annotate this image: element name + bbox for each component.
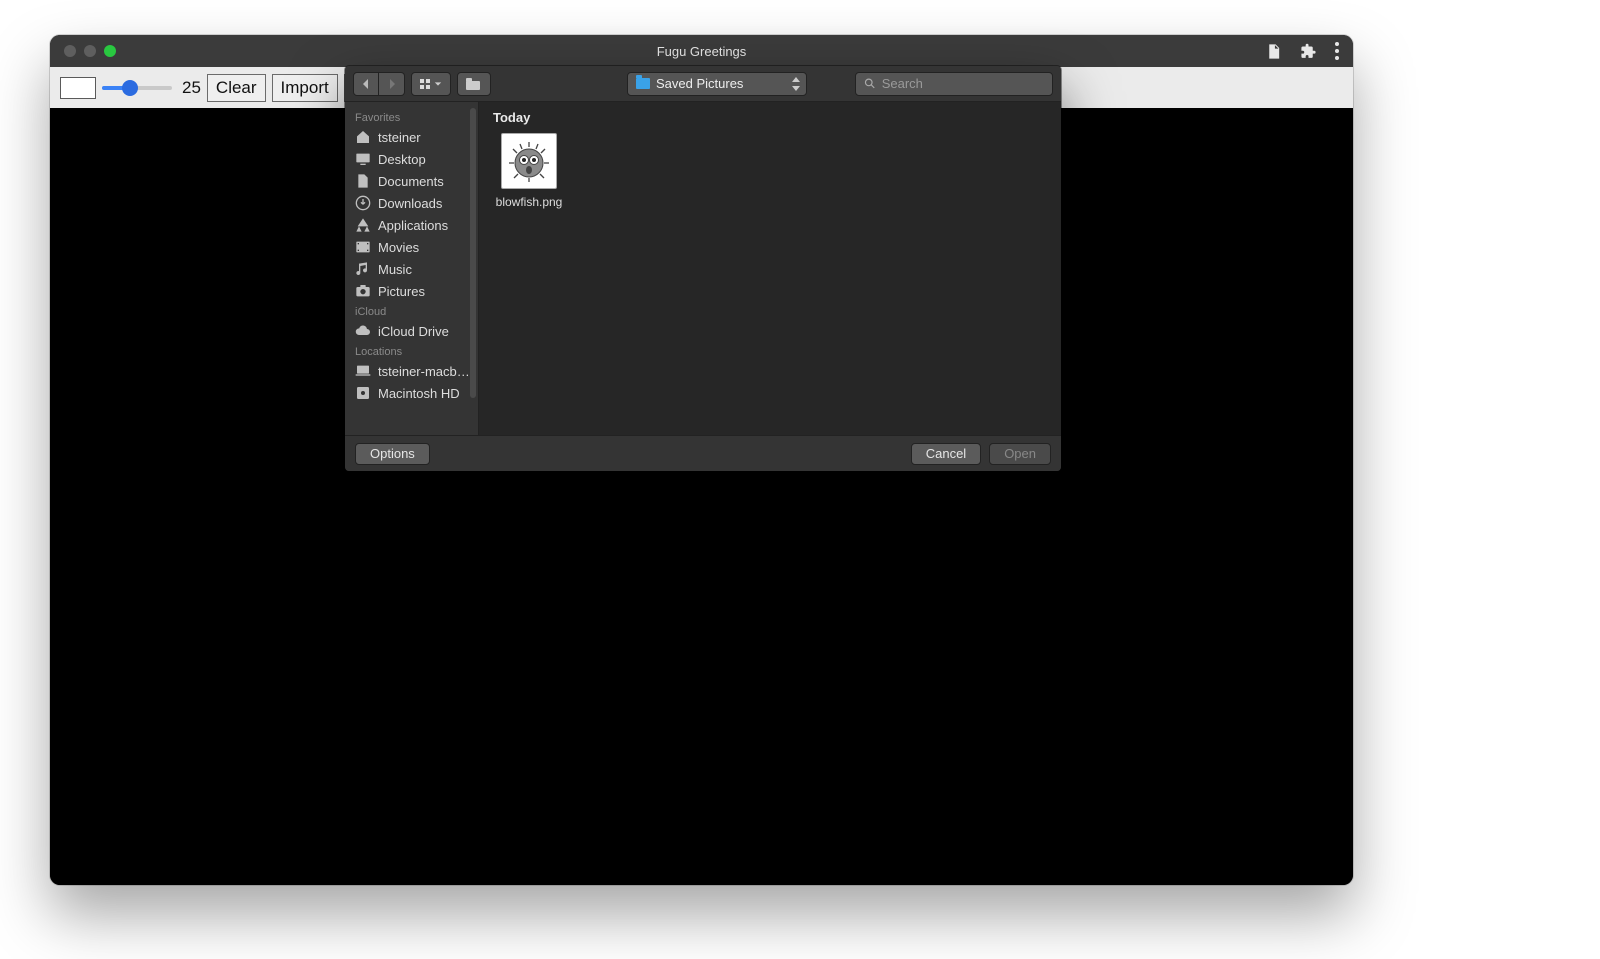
path-selector[interactable]: Saved Pictures: [627, 72, 807, 96]
more-menu-icon[interactable]: [1335, 42, 1339, 60]
file-name: blowfish.png: [493, 195, 565, 209]
brush-size-slider[interactable]: [102, 86, 172, 90]
open-button[interactable]: Open: [989, 443, 1051, 465]
sidebar-scrollbar[interactable]: [470, 108, 476, 398]
blowfish-icon: [507, 139, 551, 183]
sidebar-item-icloud-drive[interactable]: iCloud Drive: [345, 320, 478, 342]
sidebar-item-applications[interactable]: Applications: [345, 214, 478, 236]
sidebar-item-label: Documents: [378, 174, 444, 189]
icon-view-icon: [420, 79, 430, 89]
file-open-dialog: Saved Pictures Favorites tsteiner Deskto…: [345, 66, 1061, 471]
sidebar-item-home[interactable]: tsteiner: [345, 126, 478, 148]
sidebar-item-downloads[interactable]: Downloads: [345, 192, 478, 214]
search-icon: [864, 77, 876, 90]
sidebar-item-label: iCloud Drive: [378, 324, 449, 339]
sidebar-heading-favorites: Favorites: [345, 108, 478, 126]
sidebar-item-desktop[interactable]: Desktop: [345, 148, 478, 170]
sidebar-item-documents[interactable]: Documents: [345, 170, 478, 192]
nav-forward-button[interactable]: [379, 72, 405, 96]
camera-icon: [355, 283, 371, 299]
nav-back-button[interactable]: [353, 72, 379, 96]
sidebar-item-label: Downloads: [378, 196, 442, 211]
sidebar-item-label: Macintosh HD: [378, 386, 460, 401]
folder-stack-icon: [466, 78, 482, 90]
view-mode-button[interactable]: [411, 72, 451, 96]
sidebar-item-movies[interactable]: Movies: [345, 236, 478, 258]
options-button[interactable]: Options: [355, 443, 430, 465]
sidebar-item-label: Pictures: [378, 284, 425, 299]
window-close-button[interactable]: [64, 45, 76, 57]
folder-icon: [636, 78, 650, 89]
sidebar-item-label: tsteiner-macb…: [378, 364, 470, 379]
titlebar: Fugu Greetings: [50, 35, 1353, 67]
dialog-toolbar: Saved Pictures: [345, 66, 1061, 102]
sidebar-item-pictures[interactable]: Pictures: [345, 280, 478, 302]
download-icon: [355, 195, 371, 211]
sidebar-item-label: Movies: [378, 240, 419, 255]
cloud-icon: [355, 323, 371, 339]
brush-size-value: 25: [182, 78, 201, 98]
extension-icon[interactable]: [1300, 43, 1317, 60]
sidebar-item-disk[interactable]: Macintosh HD: [345, 382, 478, 404]
path-label: Saved Pictures: [656, 76, 743, 91]
color-swatch[interactable]: [60, 77, 96, 99]
document-icon: [355, 173, 371, 189]
sidebar-item-label: tsteiner: [378, 130, 421, 145]
home-icon: [355, 129, 371, 145]
cancel-button[interactable]: Cancel: [911, 443, 981, 465]
applications-icon: [355, 217, 371, 233]
window-maximize-button[interactable]: [104, 45, 116, 57]
file-thumbnail: [501, 133, 557, 189]
clear-button[interactable]: Clear: [207, 74, 266, 102]
chevron-down-icon: [434, 80, 442, 88]
window-minimize-button[interactable]: [84, 45, 96, 57]
sidebar-item-music[interactable]: Music: [345, 258, 478, 280]
sidebar-heading-locations: Locations: [345, 342, 478, 360]
music-icon: [355, 261, 371, 277]
group-heading: Today: [493, 110, 1047, 125]
disk-icon: [355, 385, 371, 401]
traffic-lights: [50, 45, 116, 57]
search-input[interactable]: [882, 76, 1044, 91]
sidebar: Favorites tsteiner Desktop Documents Dow…: [345, 102, 479, 435]
window-title: Fugu Greetings: [50, 44, 1353, 59]
group-by-button[interactable]: [457, 72, 491, 96]
movie-icon: [355, 239, 371, 255]
updown-icon: [792, 77, 800, 91]
file-item[interactable]: blowfish.png: [493, 133, 565, 209]
sidebar-item-label: Desktop: [378, 152, 426, 167]
file-list[interactable]: Today: [479, 102, 1061, 435]
sidebar-item-label: Music: [378, 262, 412, 277]
sidebar-item-computer[interactable]: tsteiner-macb…: [345, 360, 478, 382]
laptop-icon: [355, 363, 371, 379]
desktop-icon: [355, 151, 371, 167]
sidebar-item-label: Applications: [378, 218, 448, 233]
dialog-footer: Options Cancel Open: [345, 435, 1061, 471]
import-button[interactable]: Import: [272, 74, 338, 102]
document-icon[interactable]: [1265, 43, 1282, 60]
search-field[interactable]: [855, 72, 1053, 96]
sidebar-heading-icloud: iCloud: [345, 302, 478, 320]
